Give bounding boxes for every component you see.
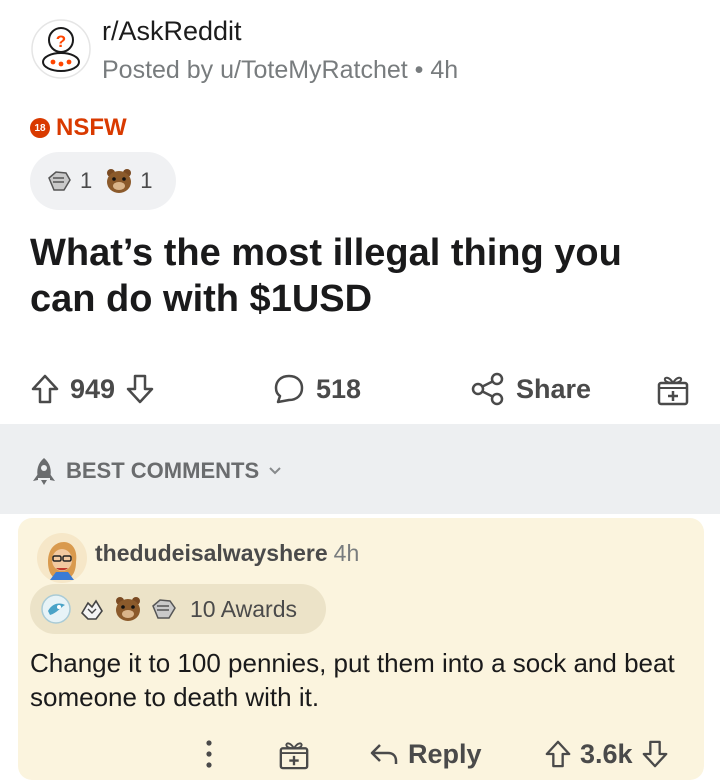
post-header: ? r/AskReddit Posted by u/ToteMyRatchet …	[0, 0, 720, 110]
post-awards[interactable]: 1 1	[30, 152, 176, 210]
award-button[interactable]	[656, 360, 690, 418]
comment-action-bar: Reply 3.6k	[18, 732, 704, 776]
comment-score: 3.6k	[580, 738, 633, 769]
subreddit-name[interactable]: r/AskReddit	[102, 16, 242, 47]
share-button[interactable]: Share	[470, 360, 591, 418]
comment-vote-group: 3.6k	[544, 732, 669, 776]
comment-card: thedudeisalwayshere 4h 10 Awards Change …	[18, 518, 704, 780]
reply-icon	[368, 740, 400, 768]
subreddit-avatar-icon[interactable]: ?	[30, 18, 92, 80]
silver-award-icon	[44, 166, 74, 196]
comments-button[interactable]: 518	[272, 360, 361, 418]
comment-header: thedudeisalwayshere 4h	[95, 540, 359, 567]
bear-award-count: 1	[140, 168, 153, 193]
post-score: 949	[70, 373, 116, 404]
comment-body: Change it to 100 pennies, put them into …	[30, 648, 675, 712]
posted-by: Posted by u/ToteMyRatchet • 4h	[102, 56, 458, 85]
sort-dropdown[interactable]: BEST COMMENTS	[30, 456, 283, 486]
silver-award-icon	[148, 593, 180, 625]
hands-award-icon	[76, 593, 108, 625]
comment-downvote-icon[interactable]	[641, 739, 669, 769]
svg-text:?: ?	[56, 32, 66, 51]
comments-sort-bar: BEST COMMENTS	[0, 424, 720, 514]
downvote-icon[interactable]	[125, 373, 155, 405]
more-options-icon	[204, 737, 214, 771]
gift-icon	[656, 371, 690, 407]
awards-count-label: 10 Awards	[190, 595, 297, 622]
silver-award-count: 1	[80, 168, 93, 193]
post-age: 4h	[430, 56, 459, 84]
bear-award-icon	[112, 593, 144, 625]
post-title[interactable]: What’s the most illegal thing you can do…	[30, 230, 690, 322]
post-action-bar: 949 518 Share	[0, 360, 720, 418]
more-options-button[interactable]	[204, 732, 214, 776]
comment-upvote-icon[interactable]	[544, 739, 572, 769]
comment-age: 4h	[333, 540, 360, 566]
reply-button[interactable]: Reply	[368, 732, 482, 776]
bear-award-icon	[104, 166, 134, 196]
comment-icon	[272, 372, 306, 406]
comment-awards[interactable]: 10 Awards	[30, 584, 326, 634]
share-icon	[470, 372, 506, 406]
comment-award-button[interactable]	[278, 732, 310, 776]
comment-username[interactable]: thedudeisalwayshere	[95, 540, 328, 566]
nsfw-tag: 18 NSFW	[30, 114, 127, 142]
commenter-avatar[interactable]	[36, 532, 88, 584]
share-label: Share	[516, 373, 592, 404]
vote-group: 949	[30, 360, 155, 418]
dot-separator: •	[414, 56, 431, 84]
reply-label: Reply	[408, 738, 482, 769]
comment-count: 518	[316, 373, 362, 404]
chevron-down-icon	[267, 465, 283, 477]
rocket-icon	[30, 456, 58, 486]
sort-label: BEST COMMENTS	[66, 458, 260, 483]
nsfw-label: NSFW	[56, 114, 127, 141]
rocket-award-icon	[40, 593, 72, 625]
upvote-icon[interactable]	[30, 373, 60, 405]
gift-icon	[278, 737, 310, 771]
nsfw-badge: 18	[30, 118, 50, 138]
posted-by-user[interactable]: Posted by u/ToteMyRatchet	[102, 56, 408, 84]
